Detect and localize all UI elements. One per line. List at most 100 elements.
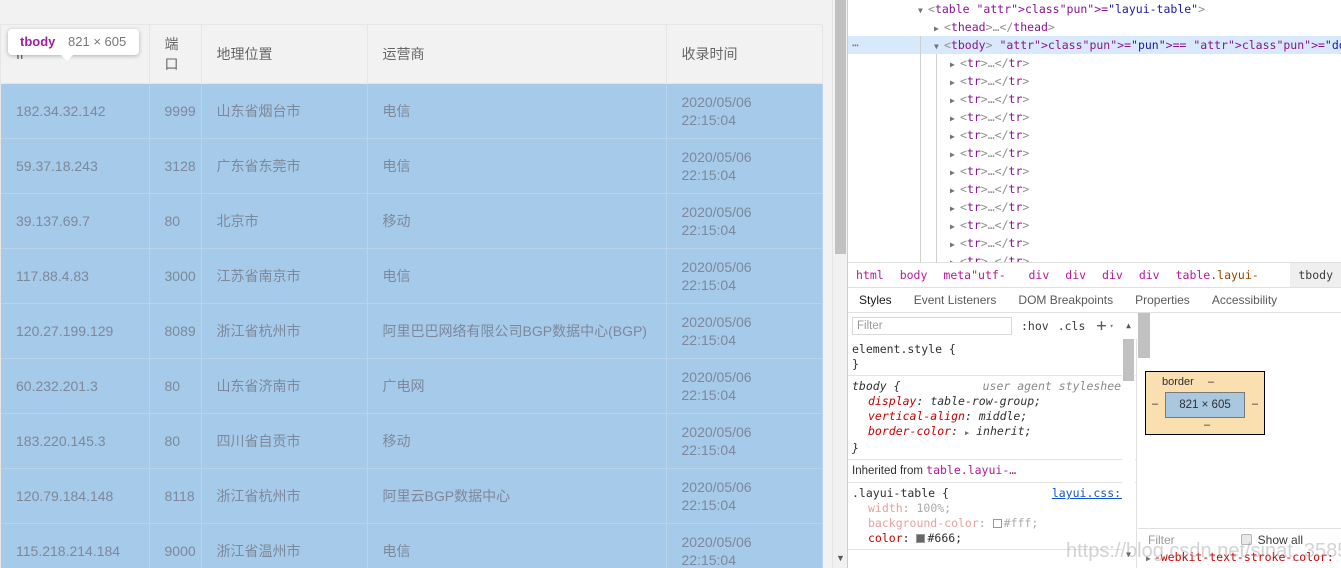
- breadcrumb-item[interactable]: div: [1131, 263, 1168, 287]
- styles-pane-scrollbar[interactable]: [1122, 339, 1135, 568]
- css-property-value[interactable]: #fff;: [1004, 516, 1039, 530]
- table-row[interactable]: 120.27.199.129 8089 浙江省杭州市 阿里巴巴网络有限公司BGP数据中…: [1, 303, 823, 359]
- css-property-name[interactable]: width: [868, 501, 903, 515]
- table-body[interactable]: 182.34.32.142 9999 山东省烟台市 电信 2020/05/06 22:1…: [1, 83, 823, 568]
- styles-rules-pane[interactable]: element.style {} tbody {user agent styles…: [848, 339, 1137, 568]
- column-header-port[interactable]: 端口: [149, 25, 202, 84]
- scrollbar-thumb[interactable]: [835, 0, 846, 254]
- css-declaration[interactable]: width: 100%;: [852, 501, 1136, 516]
- css-property-value[interactable]: 100%;: [916, 501, 951, 515]
- css-property-value[interactable]: table-row-group;: [930, 394, 1041, 408]
- box-model-border-top[interactable]: –: [1208, 376, 1214, 388]
- css-rule-selector[interactable]: element.style {: [852, 342, 1136, 357]
- chevron-down-icon[interactable]: ▾: [1109, 319, 1113, 333]
- chevron-right-icon[interactable]: ▶: [1146, 554, 1151, 563]
- breadcrumb-item[interactable]: meta"utf-8": [935, 263, 1020, 287]
- box-model-border-bottom[interactable]: –: [1204, 419, 1210, 431]
- box-model-border-left[interactable]: –: [1152, 398, 1158, 410]
- column-header-isp[interactable]: 运营商: [367, 25, 667, 84]
- css-declaration[interactable]: display: table-row-group;: [852, 394, 1136, 409]
- css-property-name[interactable]: color: [868, 531, 903, 545]
- table-row[interactable]: 59.37.18.243 3128 广东省东莞市 电信 2020/05/06 22:15…: [1, 138, 823, 194]
- table-row[interactable]: 117.88.4.83 3000 江苏省南京市 电信 2020/05/06 22:15:…: [1, 248, 823, 304]
- dom-node[interactable]: <tr>…</tr>: [848, 72, 1341, 90]
- css-declaration[interactable]: background-color: #fff;: [852, 516, 1136, 531]
- css-rule-selector[interactable]: .layui-table {layui.css:2: [852, 486, 1136, 501]
- element-classes-button[interactable]: .cls: [1058, 319, 1086, 333]
- css-rule-block[interactable]: element.style {}: [848, 339, 1136, 376]
- css-rule-block[interactable]: .layui-table {layui.css:2 width: 100%; bac…: [848, 483, 1136, 550]
- styles-sidebar-tabs[interactable]: Styles Event Listeners DOM Breakpoints Prop…: [848, 287, 1341, 313]
- breadcrumb-item[interactable]: div: [1057, 263, 1094, 287]
- dom-node[interactable]: <thead>…</thead>: [848, 18, 1341, 36]
- sidebar-tab-accessibility[interactable]: Accessibility: [1201, 288, 1288, 312]
- show-all-label[interactable]: Show all: [1258, 533, 1303, 547]
- force-state-button[interactable]: :hov: [1021, 319, 1049, 333]
- elements-dom-tree[interactable]: <table "attr">class"pun">="layui-table">…: [848, 0, 1341, 262]
- css-source-link[interactable]: layui.css:2: [1052, 486, 1128, 501]
- dom-node[interactable]: <tr>…</tr>: [848, 252, 1341, 262]
- css-property-value[interactable]: #666;: [927, 531, 962, 545]
- css-declaration[interactable]: border-color: ▶ inherit;: [852, 424, 1136, 441]
- table-row[interactable]: 183.220.145.3 80 四川省自贡市 移动 2020/05/06 22:15:…: [1, 413, 823, 469]
- computed-pane-scrollbar-thumb[interactable]: [1138, 313, 1150, 358]
- dom-node[interactable]: <tr>…</tr>: [848, 234, 1341, 252]
- breadcrumb-item[interactable]: table.layui-table: [1168, 263, 1291, 287]
- css-property-name[interactable]: background-color: [868, 516, 979, 530]
- dom-node[interactable]: <table "attr">class"pun">="layui-table">: [848, 0, 1341, 18]
- table-row[interactable]: 60.232.201.3 80 山东省济南市 广电网 2020/05/06 22:15:…: [1, 358, 823, 414]
- table-row[interactable]: 115.218.214.184 9000 浙江省温州市 电信 2020/05/06 22…: [1, 523, 823, 568]
- dom-node[interactable]: <tr>…</tr>: [848, 180, 1341, 198]
- dom-node-selected[interactable]: ⋯<tbody> "attr">class"pun">="pun">== "at…: [848, 36, 1341, 54]
- styles-scrollbar-thumb[interactable]: [1123, 339, 1134, 381]
- css-property-name[interactable]: border-color: [868, 424, 951, 438]
- inherited-source-element[interactable]: table.layui-…: [926, 463, 1016, 477]
- css-property-name[interactable]: vertical-align: [868, 409, 965, 423]
- dom-node-menu-icon[interactable]: ⋯: [852, 36, 860, 54]
- table-row[interactable]: 182.34.32.142 9999 山东省烟台市 电信 2020/05/06 22:1…: [1, 83, 823, 139]
- css-rule-block[interactable]: tbody {user agent stylesheet display: tab…: [848, 376, 1136, 460]
- dom-node[interactable]: <tr>…</tr>: [848, 144, 1341, 162]
- css-declaration[interactable]: color: #666;: [852, 531, 1136, 546]
- scroll-down-arrow-icon[interactable]: ▼: [833, 551, 847, 566]
- sidebar-tab-styles[interactable]: Styles: [848, 288, 903, 312]
- sidebar-tab-properties[interactable]: Properties: [1124, 288, 1201, 312]
- table-row[interactable]: 39.137.69.7 80 北京市 移动 2020/05/06 22:15:04: [1, 193, 823, 249]
- breadcrumb-item[interactable]: html: [848, 263, 892, 287]
- css-rule-selector[interactable]: tbody {user agent stylesheet: [852, 379, 1136, 394]
- computed-filter-input[interactable]: Filter: [1148, 533, 1175, 547]
- dom-node[interactable]: <tr>…</tr>: [848, 54, 1341, 72]
- column-header-time[interactable]: 收录时间: [666, 25, 823, 84]
- color-swatch[interactable]: [916, 534, 926, 543]
- dom-node[interactable]: <tr>…</tr>: [848, 216, 1341, 234]
- css-declaration[interactable]: vertical-align: middle;: [852, 409, 1136, 424]
- dom-node[interactable]: <tr>…</tr>: [848, 126, 1341, 144]
- styles-scroll-down-arrow-icon[interactable]: ▼: [1122, 546, 1135, 564]
- show-all-checkbox[interactable]: [1240, 534, 1252, 545]
- page-vertical-scrollbar[interactable]: ▼: [832, 0, 847, 568]
- dom-node[interactable]: <tr>…</tr>: [848, 90, 1341, 108]
- css-property-value[interactable]: inherit;: [976, 424, 1031, 438]
- table-row[interactable]: 120.79.184.148 8118 浙江省杭州市 阿里云BGP数据中心 2020/0…: [1, 468, 823, 524]
- box-model-border-right[interactable]: –: [1252, 398, 1258, 410]
- dom-node[interactable]: <tr>…</tr>: [848, 108, 1341, 126]
- breadcrumb-item[interactable]: div: [1094, 263, 1131, 287]
- styles-scroll-up-arrow-icon[interactable]: ▲: [1122, 317, 1135, 335]
- disclosure-triangle-icon[interactable]: [950, 254, 960, 262]
- new-style-rule-button[interactable]: + ▾: [1096, 318, 1113, 335]
- dom-breadcrumb-bar[interactable]: htmlbodymeta"utf-8"divdivdivdivtable.lay…: [848, 262, 1341, 287]
- box-model-diagram[interactable]: border – – – – 821 × 605: [1145, 371, 1265, 435]
- css-property-name[interactable]: display: [868, 394, 916, 408]
- column-header-geo[interactable]: 地理位置: [201, 25, 368, 84]
- disclosure-triangle-icon[interactable]: ▶: [965, 426, 969, 441]
- breadcrumb-item[interactable]: body: [892, 263, 936, 287]
- box-model-content-size[interactable]: 821 × 605: [1165, 392, 1245, 418]
- styles-filter-input[interactable]: Filter: [852, 317, 1012, 335]
- computed-property-row[interactable]: ▶-webkit-text-stroke-color: rgb(: [1138, 550, 1341, 568]
- css-property-value[interactable]: middle;: [979, 409, 1027, 423]
- breadcrumb-item[interactable]: tbody: [1290, 263, 1341, 287]
- dom-node[interactable]: <tr>…</tr>: [848, 198, 1341, 216]
- sidebar-tab-event-listeners[interactable]: Event Listeners: [903, 288, 1008, 312]
- color-swatch[interactable]: [992, 519, 1002, 528]
- sidebar-tab-dom-breakpoints[interactable]: DOM Breakpoints: [1007, 288, 1124, 312]
